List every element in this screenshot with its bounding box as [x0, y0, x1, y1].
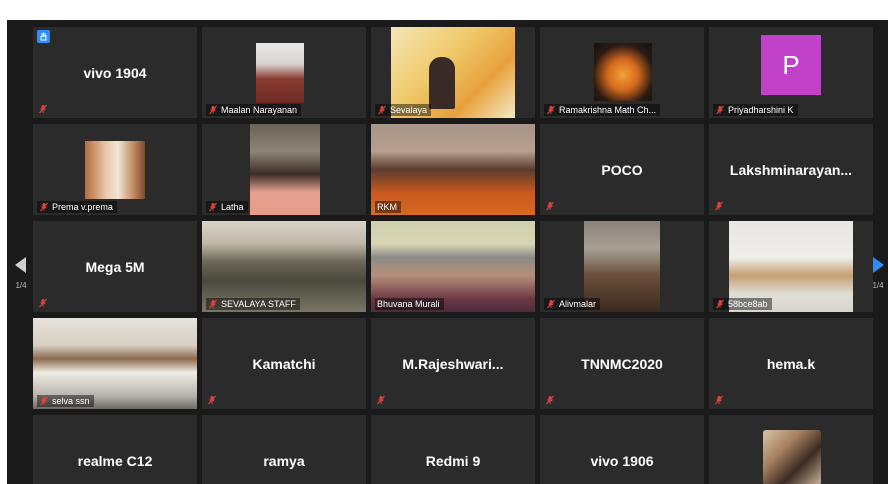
muted-mic-icon	[546, 299, 556, 309]
chevron-right-icon	[873, 256, 884, 273]
participant-tile-profile-photo[interactable]	[709, 415, 873, 484]
participant-tile-latha[interactable]: Latha	[202, 124, 366, 215]
participant-name: Lakshminarayan...	[729, 161, 853, 178]
participant-name: Redmi 9	[425, 452, 481, 469]
participant-name: Mega 5M	[85, 258, 145, 275]
participant-tile-58bce8ab[interactable]: 58bce8ab	[709, 221, 873, 312]
muted-mic-icon	[208, 299, 218, 309]
participant-tile-ramya[interactable]: ramya	[202, 415, 366, 484]
muted-mic-icon	[545, 201, 555, 211]
participant-tile-ramakrishna-math[interactable]: Ramakrishna Math Ch...	[540, 27, 704, 118]
participant-label: Prema v.prema	[37, 201, 117, 213]
participant-tile-rkm[interactable]: RKM	[371, 124, 535, 215]
muted-mic-icon	[38, 104, 48, 114]
muted-mic-icon	[715, 105, 725, 115]
muted-mic-icon	[208, 105, 218, 115]
gallery-view: 1/4 1/4 vivo 1904 Maalan Narayanan Seval…	[7, 20, 888, 484]
participant-tile-m-rajeshwari[interactable]: M.Rajeshwari...	[371, 318, 535, 409]
muted-mic-icon	[207, 395, 217, 405]
muted-mic-icon	[38, 298, 48, 308]
video-feed	[250, 124, 320, 215]
profile-photo	[85, 141, 145, 199]
participant-tile-kamatchi[interactable]: Kamatchi	[202, 318, 366, 409]
participant-tile-vivo-1904[interactable]: vivo 1904	[33, 27, 197, 118]
participant-label: Priyadharshini K	[713, 104, 798, 116]
muted-mic-icon	[715, 299, 725, 309]
muted-mic-icon	[545, 395, 555, 405]
participant-label: SEVALAYA STAFF	[206, 298, 300, 310]
participant-tile-poco[interactable]: POCO	[540, 124, 704, 215]
participant-name: vivo 1904	[83, 64, 147, 81]
previous-page-button[interactable]: 1/4	[11, 238, 31, 308]
participant-label: Alivmalar	[544, 298, 601, 310]
participant-tile-realme-c12[interactable]: realme C12	[33, 415, 197, 484]
participant-label: Ramakrishna Math Ch...	[544, 104, 661, 116]
muted-mic-icon	[208, 202, 218, 212]
participant-label: RKM	[375, 201, 401, 213]
participant-label: Sevalaya	[375, 104, 432, 116]
participant-photo	[256, 43, 304, 103]
participant-tile-priyadharshini-k[interactable]: P Priyadharshini K	[709, 27, 873, 118]
page-indicator-right: 1/4	[872, 280, 884, 290]
participant-tile-redmi-9[interactable]: Redmi 9	[371, 415, 535, 484]
participant-label: 58bce8ab	[713, 298, 772, 310]
participant-name: M.Rajeshwari...	[402, 355, 504, 372]
participant-tile-sevalaya-staff[interactable]: SEVALAYA STAFF	[202, 221, 366, 312]
participant-tile-bhuvana-murali[interactable]: Bhuvana Murali	[371, 221, 535, 312]
muted-mic-icon	[714, 201, 724, 211]
muted-mic-icon	[39, 202, 49, 212]
participant-name: TNNMC2020	[581, 355, 663, 372]
muted-mic-icon	[376, 395, 386, 405]
muted-mic-icon	[546, 105, 556, 115]
participant-tile-hema-k[interactable]: hema.k	[709, 318, 873, 409]
participant-tile-lakshminarayan[interactable]: Lakshminarayan...	[709, 124, 873, 215]
presenter-thumbnail	[429, 57, 455, 109]
page-indicator-left: 1/4	[15, 280, 27, 290]
muted-mic-icon	[377, 105, 387, 115]
muted-mic-icon	[39, 396, 49, 406]
profile-photo	[763, 430, 821, 484]
avatar-initial: P	[761, 35, 821, 95]
participant-name: hema.k	[766, 355, 816, 372]
muted-mic-icon	[714, 395, 724, 405]
participant-tile-tnnmc2020[interactable]: TNNMC2020	[540, 318, 704, 409]
participant-name: Kamatchi	[252, 355, 316, 372]
participant-tile-selva-ssn[interactable]: selva ssn	[33, 318, 197, 409]
participant-name: vivo 1906	[590, 452, 654, 469]
participant-tile-prema[interactable]: Prema v.prema	[33, 124, 197, 215]
raised-hand-icon	[37, 30, 50, 43]
participant-label: Latha	[206, 201, 248, 213]
participant-label: selva ssn	[37, 395, 94, 407]
participant-tile-mega-5m[interactable]: Mega 5M	[33, 221, 197, 312]
participant-grid: vivo 1904 Maalan Narayanan Sevalaya Rama…	[33, 27, 873, 484]
participant-label: Bhuvana Murali	[375, 298, 444, 310]
participant-tile-sevalaya[interactable]: Sevalaya	[371, 27, 535, 118]
participant-tile-vivo-1906[interactable]: vivo 1906	[540, 415, 704, 484]
participant-name: POCO	[601, 161, 643, 178]
profile-logo-image	[594, 43, 652, 101]
participant-name: ramya	[263, 452, 305, 469]
participant-tile-alivmalar[interactable]: Alivmalar	[540, 221, 704, 312]
participant-tile-maalan-narayanan[interactable]: Maalan Narayanan	[202, 27, 366, 118]
chevron-left-icon	[15, 256, 26, 273]
participant-name: realme C12	[77, 452, 153, 469]
participant-label: Maalan Narayanan	[206, 104, 302, 116]
